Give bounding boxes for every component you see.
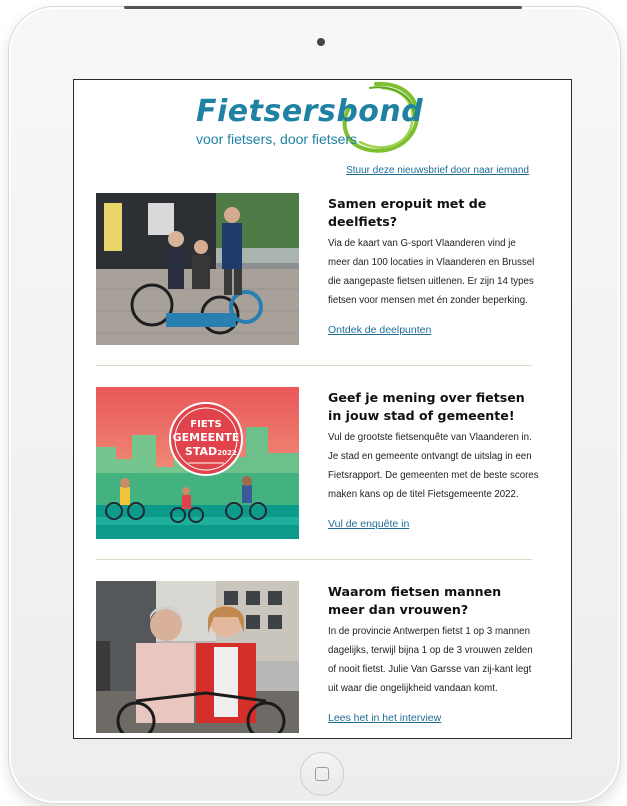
article-title: Waarom fietsen mannen meer dan vrouwen? — [328, 584, 502, 617]
logo-title: Fietsersbond — [196, 94, 424, 129]
article-text: Samen eropuit met de deelfiets? Via de k… — [328, 193, 540, 338]
badge-fiets: FIETS — [190, 419, 221, 430]
badge-stad: STAD — [185, 445, 217, 458]
tablet-top-edge — [124, 6, 522, 9]
fietsgemeente-illustration[interactable]: FIETS GEMEENTE STAD 2022 — [96, 387, 299, 539]
forward-newsletter-link[interactable]: Stuur deze nieuwsbrief door naar iemand — [346, 165, 529, 176]
article-title: Geef je mening over fietsen in jouw stad… — [328, 390, 525, 423]
badge-gemeente: GEMEENTE — [173, 431, 240, 444]
divider — [96, 365, 532, 366]
article-title: Samen eropuit met de deelfiets? — [328, 196, 487, 229]
home-button[interactable] — [300, 752, 344, 796]
vul-enquete-link[interactable]: Vul de enquête in — [328, 518, 409, 530]
article-text: Waarom fietsen mannen meer dan vrouwen? … — [328, 581, 540, 726]
adaptive-bike-photo[interactable] — [96, 193, 299, 345]
home-square-icon — [315, 767, 329, 781]
newsletter-screen: Fietsersbond voor fietsers, door fietser… — [73, 79, 572, 739]
badge-year: 2022 — [217, 449, 237, 457]
article-text: Geef je mening over fietsen in jouw stad… — [328, 387, 540, 532]
divider — [96, 559, 532, 560]
article-body: Via de kaart van G-sport Vlaanderen vind… — [328, 238, 535, 306]
article-body: In de provincie Antwerpen fietst 1 op 3 … — [328, 626, 533, 694]
article-body: Vul de grootste fietsenquête van Vlaande… — [328, 432, 539, 500]
camera-icon — [317, 38, 325, 46]
lees-interview-link[interactable]: Lees het in het interview — [328, 712, 441, 724]
logo-tagline: voor fietsers, door fietsers — [196, 131, 358, 147]
two-women-bikes-photo[interactable] — [96, 581, 299, 733]
ontdek-deelpunten-link[interactable]: Ontdek de deelpunten — [328, 324, 431, 336]
